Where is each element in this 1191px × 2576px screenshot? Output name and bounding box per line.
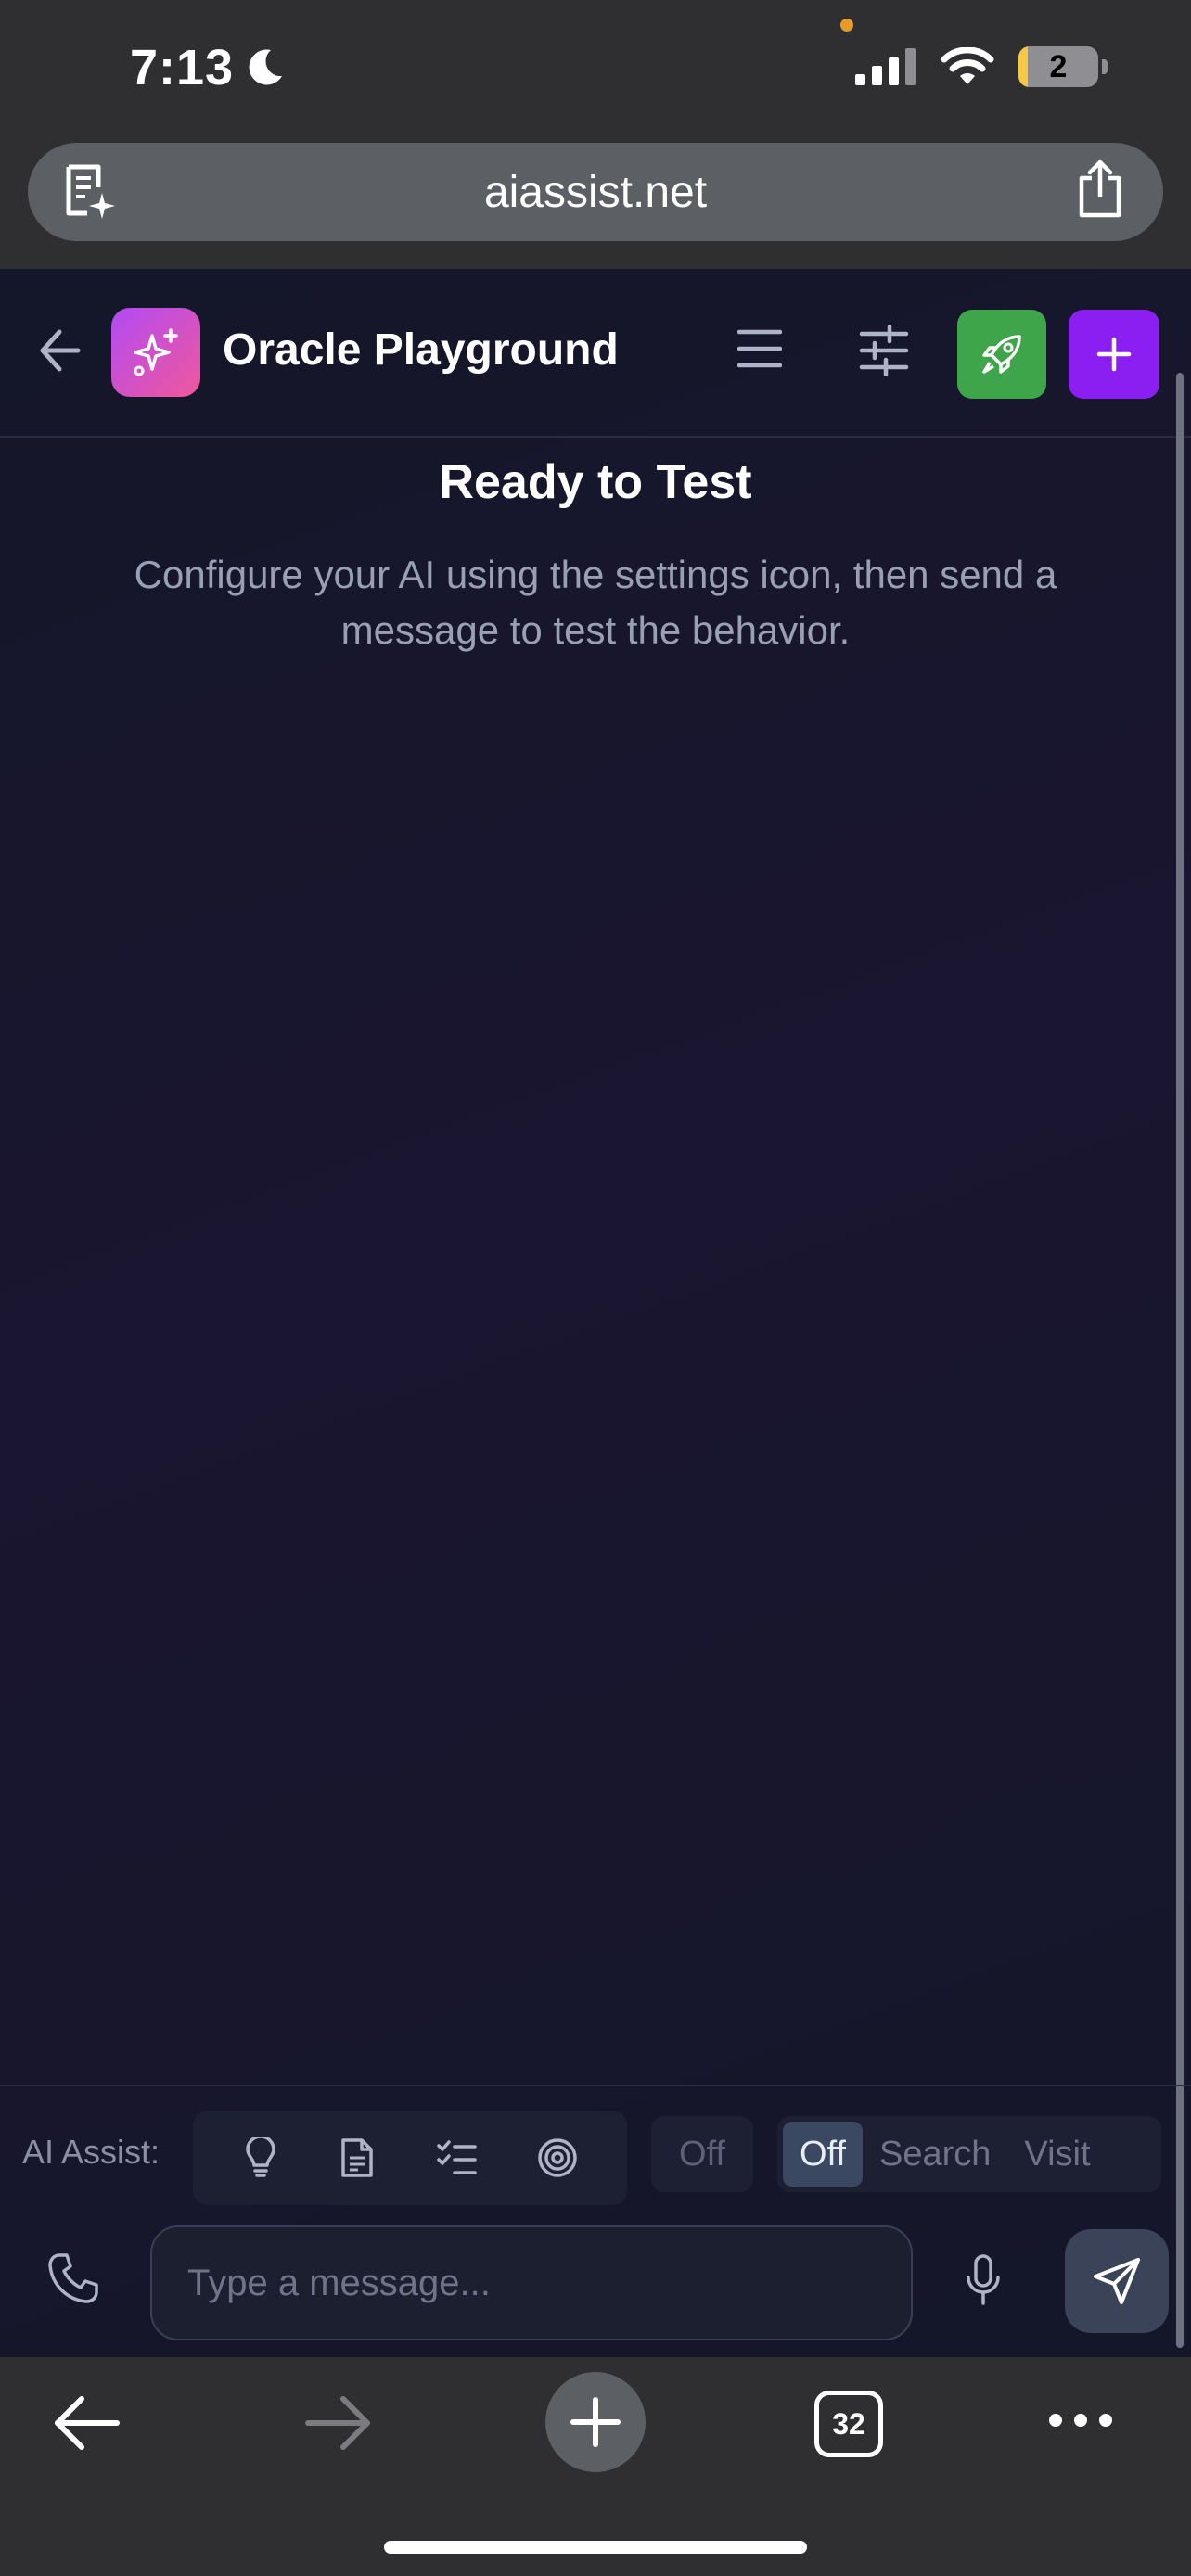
wifi-icon: [941, 47, 994, 84]
message-input[interactable]: [150, 2225, 913, 2340]
scrollbar[interactable]: [1176, 373, 1184, 2348]
assist-toggle-button[interactable]: Off: [651, 2116, 753, 2192]
message-composer: [0, 2205, 1191, 2357]
app-header: Oracle Playground: [0, 269, 1191, 438]
address-bar[interactable]: aiassist.net: [28, 143, 1163, 241]
browser-address-area: aiassist.net: [0, 139, 1191, 269]
empty-state-title: Ready to Test: [439, 455, 752, 509]
tab-count: 32: [832, 2406, 865, 2441]
target-icon[interactable]: [537, 2137, 578, 2178]
web-mode-selector: Off Search Visit: [777, 2116, 1161, 2192]
status-bar: 7:13 2: [0, 0, 1191, 139]
deploy-button[interactable]: [957, 310, 1046, 399]
browser-forward-icon[interactable]: [304, 2394, 373, 2452]
web-mode-option-search[interactable]: Search: [863, 2122, 1007, 2187]
more-options-icon[interactable]: [1048, 2411, 1113, 2429]
privacy-indicator-dot: [840, 19, 853, 32]
plus-icon: [1096, 337, 1132, 372]
status-time: 7:13: [130, 39, 284, 96]
checklist-icon[interactable]: [436, 2139, 477, 2176]
moon-icon: [249, 49, 283, 85]
new-tab-button[interactable]: [545, 2372, 646, 2472]
phone-icon[interactable]: [46, 2251, 100, 2305]
lightbulb-icon[interactable]: [242, 2137, 279, 2178]
home-indicator: [384, 2541, 807, 2554]
battery-level-text: 2: [1049, 48, 1068, 84]
app-view: Oracle Playground Ready to Test Configur…: [0, 269, 1191, 2357]
ai-assist-label: AI Assist:: [22, 2133, 160, 2171]
microphone-icon[interactable]: [965, 2253, 1002, 2307]
back-arrow-icon[interactable]: [37, 325, 83, 376]
new-chat-button[interactable]: [1069, 310, 1159, 399]
app-logo: [111, 308, 200, 397]
url-text: aiassist.net: [483, 167, 708, 217]
plus-icon: [570, 2397, 621, 2447]
status-time-text: 7:13: [130, 40, 235, 96]
web-mode-option-off[interactable]: Off: [783, 2122, 863, 2187]
share-icon[interactable]: [1076, 159, 1124, 219]
battery-indicator: 2: [1018, 46, 1098, 87]
menu-icon[interactable]: [737, 326, 782, 371]
send-icon: [1094, 2258, 1140, 2304]
rocket-icon: [982, 335, 1021, 374]
status-right: 2: [855, 46, 1108, 87]
empty-state-subtitle: Configure your AI using the settings ico…: [134, 553, 1057, 652]
send-button[interactable]: [1065, 2229, 1169, 2333]
tab-switcher-button[interactable]: 32: [814, 2391, 883, 2457]
settings-sliders-icon[interactable]: [858, 325, 910, 376]
sparkles-icon: [134, 328, 178, 376]
document-icon[interactable]: [339, 2137, 375, 2178]
page-title: Oracle Playground: [223, 325, 619, 375]
web-mode-option-visit[interactable]: Visit: [1007, 2122, 1107, 2187]
cellular-signal-icon: [855, 48, 916, 85]
battery-cap: [1102, 59, 1108, 74]
page-menu-icon[interactable]: [61, 163, 119, 221]
ai-assist-bar: AI Assist: Off Off Search Visit: [0, 2085, 1191, 2205]
assist-tool-group: [193, 2111, 627, 2205]
browser-back-icon[interactable]: [52, 2394, 121, 2452]
